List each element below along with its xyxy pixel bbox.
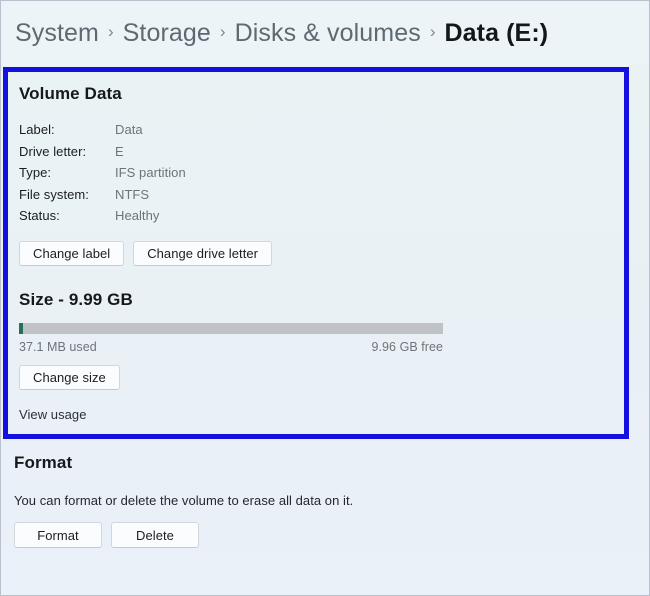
property-row-file-system: File system: NTFS <box>19 187 624 209</box>
change-size-button[interactable]: Change size <box>19 364 120 390</box>
view-usage-link[interactable]: View usage <box>19 407 86 422</box>
property-label: Status: <box>19 208 60 223</box>
change-label-button[interactable]: Change label <box>19 240 125 266</box>
property-row-drive-letter: Drive letter: E <box>19 144 624 166</box>
property-value: Healthy <box>115 208 160 223</box>
breadcrumb-item-current: Data (E:) <box>444 18 549 47</box>
breadcrumb-item-disks-and-volumes[interactable]: Disks & volumes <box>235 19 421 48</box>
property-label: Label: <box>19 122 55 137</box>
size-section-title: Size - 9.99 GB <box>19 289 133 309</box>
volume-properties-list: Label: Data Drive letter: E Type: IFS pa… <box>19 122 624 230</box>
chevron-right-icon: › <box>219 22 226 41</box>
disk-usage-bar <box>19 322 443 334</box>
breadcrumb-item-system[interactable]: System <box>15 19 99 48</box>
change-drive-letter-button[interactable]: Change drive letter <box>133 240 273 266</box>
disk-usage-legend: 37.1 MB used 9.96 GB free <box>19 340 443 354</box>
delete-button[interactable]: Delete <box>111 522 199 548</box>
format-section-title: Format <box>14 453 73 472</box>
disk-usage-bar-fill <box>19 322 23 334</box>
chevron-right-icon: › <box>429 22 436 41</box>
property-row-type: Type: IFS partition <box>19 165 624 187</box>
settings-page: System › Storage › Disks & volumes › Dat… <box>0 0 650 596</box>
size-section: Size - 9.99 GB 37.1 MB used 9.96 GB free… <box>19 290 624 424</box>
property-value: E <box>115 143 124 159</box>
breadcrumb-item-storage[interactable]: Storage <box>123 19 211 48</box>
volume-details-card: Volume Data Label: Data Drive letter: E … <box>3 67 629 439</box>
format-button[interactable]: Format <box>14 522 102 548</box>
disk-used-label: 37.1 MB used <box>19 339 97 354</box>
disk-free-label: 9.96 GB free <box>371 339 443 354</box>
volume-section-title: Volume Data <box>19 84 122 103</box>
format-actions: Format Delete <box>14 522 614 548</box>
size-actions: Change size <box>19 364 624 390</box>
format-section: Format You can format or delete the volu… <box>14 453 614 548</box>
chevron-right-icon: › <box>107 22 114 41</box>
property-row-label: Label: Data <box>19 122 624 144</box>
format-description: You can format or delete the volume to e… <box>14 493 354 508</box>
property-row-status: Status: Healthy <box>19 208 624 230</box>
property-value: Data <box>115 122 143 137</box>
breadcrumb: System › Storage › Disks & volumes › Dat… <box>1 1 649 65</box>
property-label: Drive letter: <box>19 143 87 159</box>
property-label: Type: <box>19 165 52 180</box>
property-label: File system: <box>19 186 89 202</box>
property-value: IFS partition <box>115 165 186 180</box>
property-value: NTFS <box>115 186 150 202</box>
volume-actions: Change label Change drive letter <box>19 240 624 266</box>
